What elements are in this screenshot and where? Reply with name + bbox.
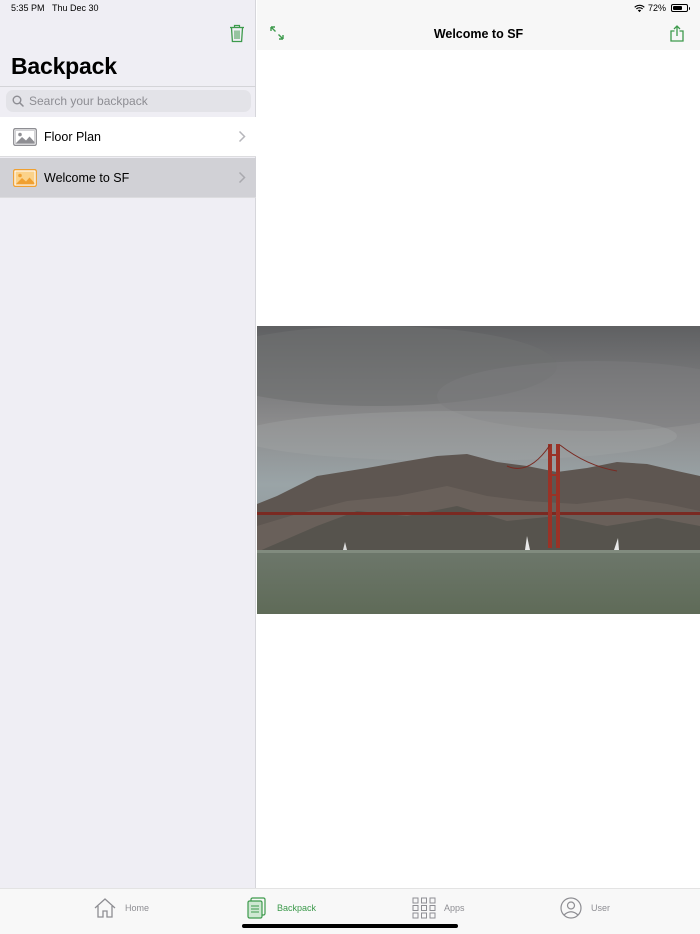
image-icon: [13, 127, 37, 146]
search-input[interactable]: [29, 94, 229, 108]
tab-label: Apps: [444, 903, 465, 913]
trash-icon[interactable]: [229, 24, 245, 43]
home-indicator: [242, 924, 458, 928]
photo-golden-gate: [257, 326, 700, 614]
home-icon: [94, 898, 116, 918]
battery-percent: 72%: [647, 3, 666, 13]
tab-user[interactable]: User: [559, 896, 610, 920]
search-icon: [12, 95, 24, 107]
apps-grid-icon: [412, 897, 436, 919]
tab-home[interactable]: Home: [93, 896, 149, 920]
backpack-list: Floor Plan Welcome to SF: [0, 117, 256, 198]
user-icon: [560, 897, 582, 919]
list-item-label: Floor Plan: [44, 129, 101, 144]
status-indicators: 72%: [634, 3, 690, 13]
list-item-welcome-to-sf[interactable]: Welcome to SF: [0, 158, 256, 198]
sidebar: Backpack Floor Plan: [0, 0, 256, 888]
battery-icon: [671, 4, 690, 12]
share-icon[interactable]: [670, 25, 684, 42]
list-item-label: Welcome to SF: [44, 170, 130, 185]
search-bar[interactable]: [6, 90, 251, 112]
detail-title: Welcome to SF: [433, 27, 524, 41]
tab-label: Home: [125, 903, 150, 913]
tab-backpack[interactable]: Backpack: [245, 896, 316, 920]
list-item-floor-plan[interactable]: Floor Plan: [0, 117, 256, 157]
tab-apps[interactable]: Apps: [412, 896, 465, 920]
divider: [0, 86, 256, 87]
status-bar: 5:35 PM Thu Dec 30 72%: [0, 0, 700, 18]
chevron-right-icon: [238, 171, 246, 184]
detail-pane: Welcome to SF: [257, 0, 700, 888]
tab-label: Backpack: [277, 903, 317, 913]
page-title: Backpack: [11, 53, 117, 79]
status-time: 5:35 PM: [11, 3, 45, 13]
wifi-icon: [634, 4, 645, 12]
status-date: Thu Dec 30: [52, 3, 99, 13]
tab-label: User: [591, 903, 611, 913]
image-icon: [13, 168, 37, 187]
battery-fill: [673, 6, 683, 10]
backpack-icon: [247, 897, 266, 919]
chevron-right-icon: [238, 130, 246, 143]
